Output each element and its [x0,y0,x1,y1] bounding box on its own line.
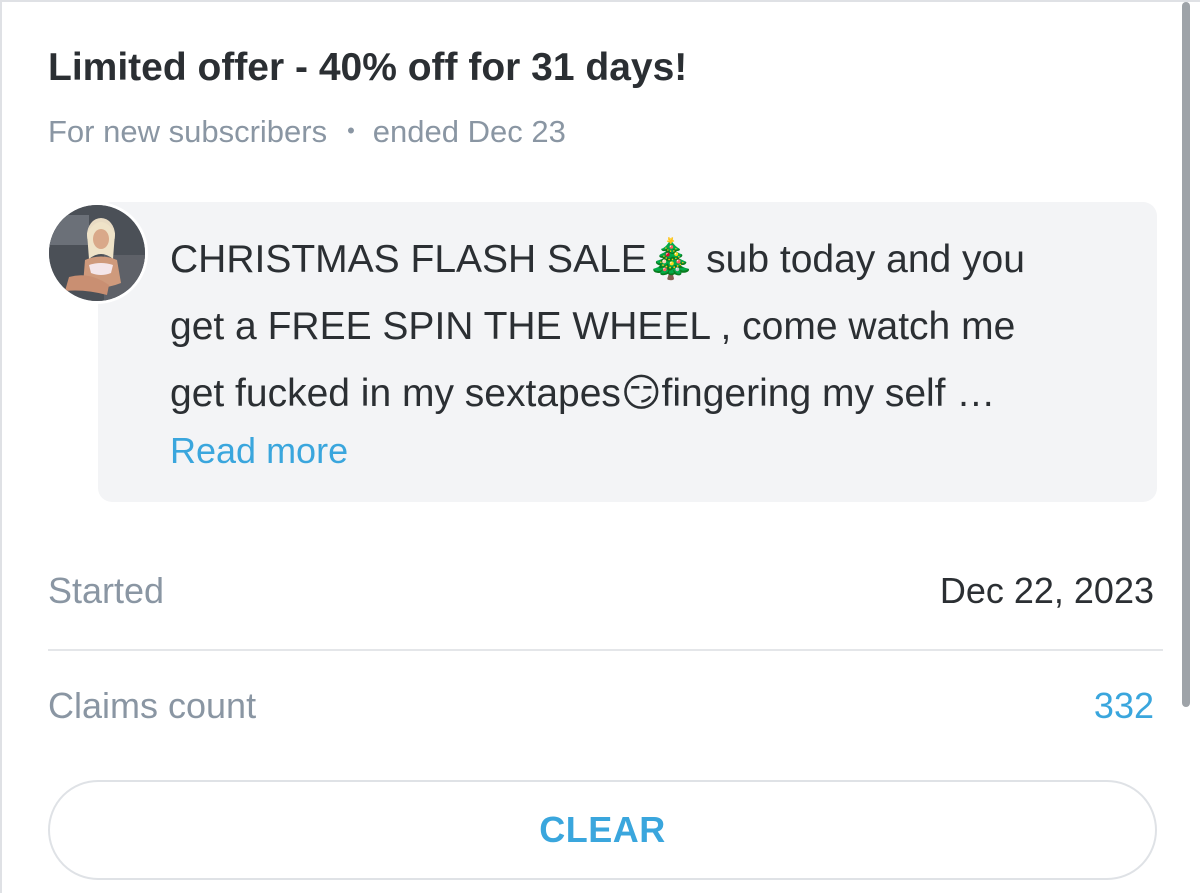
message-line: get fucked in my sextapes😏fingering my s… [170,372,996,415]
offer-audience: For new subscribers [48,114,328,149]
offer-title: Limited offer - 40% off for 31 days! [48,46,688,89]
read-more-link[interactable]: Read more [170,430,348,472]
started-value: Dec 22, 2023 [939,570,1154,611]
message-text: CHRISTMAS FLASH SALE🎄 sub today and you … [170,226,1130,427]
offer-meta: For new subscribers • ended Dec 23 [48,114,566,150]
creator-avatar[interactable] [46,202,148,304]
offer-detail-panel: Limited offer - 40% off for 31 days! For… [0,0,1200,893]
message-line: CHRISTMAS FLASH SALE🎄 sub today and you [170,238,1025,281]
meta-separator: • [347,118,355,143]
scrollbar[interactable] [1182,2,1190,707]
offer-status: ended Dec 23 [372,114,566,149]
message-line: get a FREE SPIN THE WHEEL , come watch m… [170,305,1016,348]
avatar-image [49,205,145,301]
claims-count-value[interactable]: 332 [1094,685,1154,727]
clear-button[interactable]: CLEAR [48,780,1157,880]
claims-count-label: Claims count [48,685,257,726]
started-label: Started [48,570,165,611]
divider [48,649,1163,651]
